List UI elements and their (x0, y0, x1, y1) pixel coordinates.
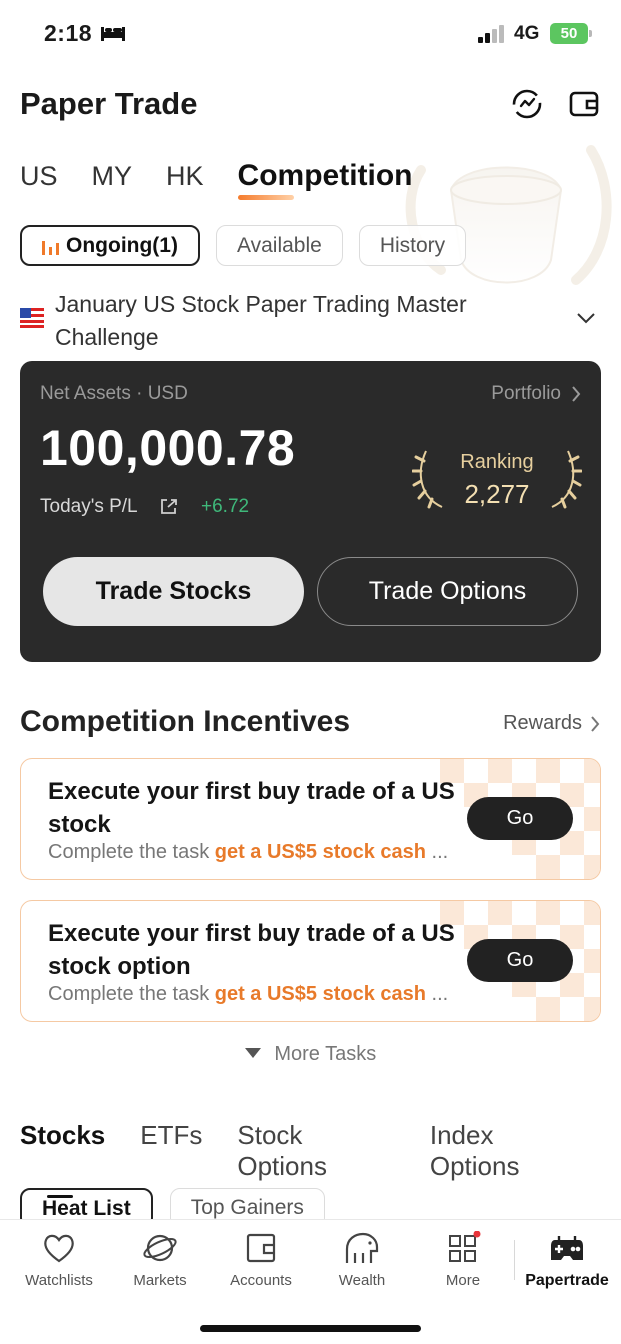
tabbar-label: Watchlists (25, 1272, 93, 1289)
planet-icon (143, 1234, 177, 1262)
tabbar-label: More (445, 1272, 481, 1289)
go-button[interactable]: Go (467, 797, 573, 840)
refresh-icon[interactable] (510, 87, 544, 121)
ranking-label: Ranking (460, 451, 534, 473)
more-tasks-button[interactable]: More Tasks (0, 1043, 621, 1066)
tab-index-options[interactable]: Index Options (430, 1120, 586, 1182)
sleep-mode-icon (101, 27, 125, 41)
share-icon[interactable] (159, 497, 179, 516)
gamepad-icon (551, 1236, 583, 1260)
triangle-down-icon (244, 1048, 261, 1058)
ranking-badge[interactable]: Ranking 2,277 (412, 441, 582, 513)
portfolio-link[interactable]: Portfolio (491, 383, 581, 405)
tabbar-label: Markets (133, 1272, 187, 1289)
rewards-label: Rewards (503, 712, 582, 734)
filter-available[interactable]: Available (215, 225, 343, 266)
grid-icon (449, 1231, 481, 1262)
filter-ongoing-label: Ongoing(1) (66, 233, 178, 257)
tabbar-divider (514, 1240, 515, 1280)
rewards-link[interactable]: Rewards (503, 712, 600, 735)
home-indicator (200, 1325, 421, 1332)
portfolio-label: Portfolio (491, 383, 561, 404)
tabbar-markets[interactable]: Markets (110, 1230, 210, 1289)
section-tabs: Stocks ETFs Stock Options Index Options (20, 1120, 621, 1198)
heart-icon (44, 1234, 74, 1263)
chevron-right-icon (591, 715, 600, 732)
incentives-title: Competition Incentives (20, 705, 351, 738)
tab-my[interactable]: MY (92, 158, 133, 194)
task-card[interactable]: Execute your first buy trade of a US sto… (20, 900, 601, 1022)
battery-icon: 50 (550, 23, 592, 44)
filter-ongoing[interactable]: Ongoing(1) (20, 225, 200, 266)
tabbar-accounts[interactable]: Accounts (211, 1230, 311, 1289)
filter-history[interactable]: History (358, 225, 467, 266)
tab-hk[interactable]: HK (166, 158, 204, 194)
chevron-down-icon (577, 313, 595, 324)
go-button[interactable]: Go (467, 939, 573, 982)
todays-pl-label: Today's P/L (40, 496, 138, 517)
task-title: Execute your first buy trade of a US sto… (48, 920, 455, 980)
todays-pl-value: +6.72 (201, 496, 250, 517)
tabbar-label: Wealth (338, 1272, 386, 1289)
tabbar-label: Papertrade (525, 1272, 609, 1289)
us-flag-icon (20, 308, 44, 328)
task-subtitle: Complete the task get a US$5 stock cash … (48, 841, 449, 863)
wallet-icon[interactable] (567, 87, 601, 121)
task-card[interactable]: Execute your first buy trade of a US sto… (20, 758, 601, 880)
tabbar-label: Accounts (230, 1272, 292, 1289)
more-tasks-label: More Tasks (274, 1043, 377, 1065)
piggy-bank-icon (345, 1232, 379, 1263)
status-bar: 2:18 4G 50 (0, 0, 621, 70)
network-label: 4G (514, 23, 540, 44)
ranking-value: 2,277 (464, 479, 530, 509)
status-time: 2:18 (44, 20, 93, 46)
net-assets-value: 100,000.78 (40, 420, 296, 476)
tab-stocks[interactable]: Stocks (20, 1120, 105, 1198)
signal-icon (478, 25, 504, 43)
task-subtitle: Complete the task get a US$5 stock cash … (48, 983, 449, 1005)
tabbar-wealth[interactable]: Wealth (312, 1230, 412, 1289)
page-title: Paper Trade (20, 86, 198, 121)
tab-etfs[interactable]: ETFs (140, 1120, 202, 1182)
tabbar-watchlists[interactable]: Watchlists (9, 1230, 109, 1289)
tab-competition[interactable]: Competition (237, 158, 413, 200)
tabbar-more[interactable]: More (413, 1230, 513, 1289)
task-title: Execute your first buy trade of a US sto… (48, 778, 455, 838)
competition-name: January US Stock Paper Trading Master Ch… (55, 291, 467, 350)
trade-options-button[interactable]: Trade Options (317, 557, 578, 626)
market-tabs: US MY HK Competition (20, 158, 447, 200)
bar-chart-icon (42, 240, 59, 255)
trade-stocks-button[interactable]: Trade Stocks (43, 557, 304, 626)
tab-stock-options[interactable]: Stock Options (237, 1120, 395, 1182)
net-assets-label: Net Assets · USD (40, 383, 188, 404)
chevron-right-icon (572, 386, 581, 402)
account-card: Net Assets · USD Portfolio 100,000.78 To… (20, 361, 601, 662)
tab-us[interactable]: US (20, 158, 58, 194)
tabbar-papertrade[interactable]: Papertrade (517, 1230, 617, 1290)
competition-filters: Ongoing(1) Available History (20, 225, 482, 266)
wallet-icon (246, 1233, 276, 1263)
